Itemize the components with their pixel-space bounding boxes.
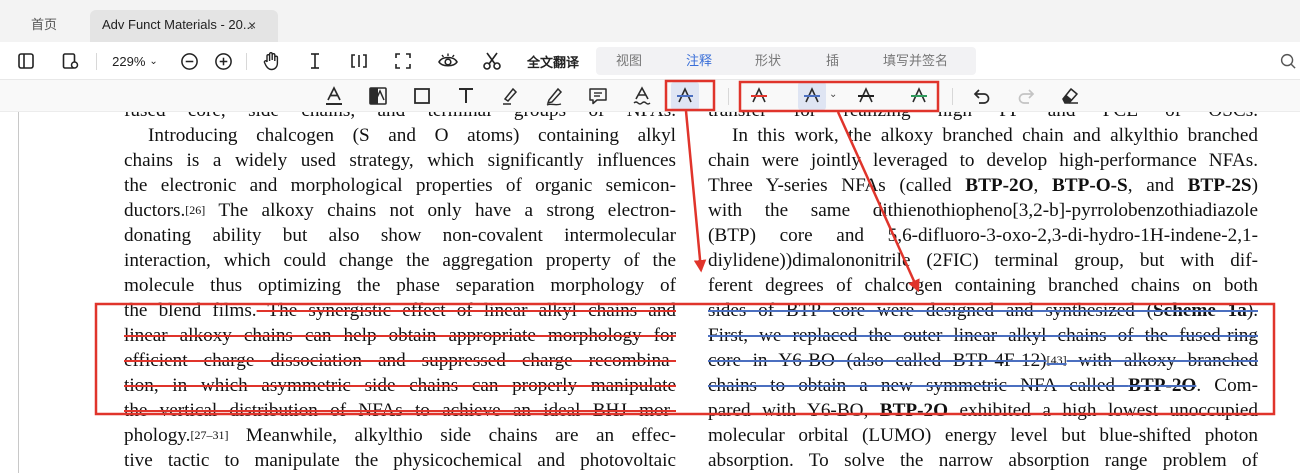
strikethrough-annotation[interactable]: efficient charge dissociation and suppre…	[124, 348, 676, 373]
full-translate-button[interactable]: 全文翻译	[522, 42, 584, 80]
text-line: donating ability but also show non-coval…	[124, 225, 676, 246]
comment-icon[interactable]	[584, 82, 612, 110]
scissors-icon[interactable]	[480, 42, 504, 80]
chevron-down-icon[interactable]: ⌄	[829, 89, 837, 100]
strikethrough-annotation[interactable]: linear alkoxy chains can help obtain app…	[124, 323, 676, 348]
tab-view[interactable]: 视图	[616, 47, 642, 75]
tab-insert[interactable]: 插	[826, 47, 839, 75]
text-line: molecular orbital (LUMO) energy level bu…	[708, 425, 1258, 446]
text-line: ductors.[26] The alkoxy chains not only …	[124, 200, 676, 221]
text-line: molecule thus optimizing the phase separ…	[124, 275, 676, 296]
text-line: interaction, which could change the aggr…	[124, 250, 676, 271]
page-settings-icon[interactable]	[58, 42, 82, 80]
page-edge	[18, 112, 19, 473]
zoom-out-icon[interactable]	[178, 42, 200, 80]
rectangle-icon[interactable]	[408, 82, 436, 110]
two-page-view-icon[interactable]	[348, 42, 370, 80]
eye-icon[interactable]	[436, 42, 460, 80]
redo-icon[interactable]	[1012, 82, 1040, 110]
text-line: phology.[27–31] Meanwhile, alkylthio sid…	[124, 425, 676, 446]
zoom-value: 229%	[112, 53, 146, 69]
strikethrough-annotation: The synergistic effect of linear alkyl c…	[256, 300, 676, 321]
toolbar-divider	[728, 88, 729, 105]
right-column: transfer for realizing high FF and PCE o…	[708, 112, 1258, 473]
tab-annotate[interactable]: 注释	[686, 47, 712, 75]
text-line: transfer for realizing high FF and PCE o…	[708, 112, 1258, 123]
text-line: ferent degrees of chalcogen containing b…	[708, 275, 1258, 296]
left-column: fused core, side chains, and terminal gr…	[124, 112, 676, 473]
annotation-toolbar: ⌄	[0, 80, 1300, 112]
eraser-icon[interactable]	[1056, 82, 1084, 110]
text-line: pared with Y6-BO, BTP-2O exhibited a hig…	[708, 400, 1258, 421]
text-line: absorption. To solve the narrow absorpti…	[708, 450, 1258, 471]
pdf-page[interactable]: fused core, side chains, and terminal gr…	[0, 112, 1300, 473]
toolbar-divider	[96, 53, 97, 70]
main-toolbar: 229% ⌄ 全文翻译 视图 注释 形状 插 填写并签名	[0, 42, 1300, 80]
text-line: fused core, side chains, and terminal gr…	[124, 112, 676, 123]
text-line: tive tactic to manipulate the physicoche…	[124, 450, 676, 471]
zoom-in-icon[interactable]	[212, 42, 234, 80]
tab-document[interactable]: Adv Funct Materials - 20... ×	[90, 10, 278, 42]
strike-red-icon[interactable]	[745, 82, 773, 110]
text-line: diylidene))dimalononitrile (2FIC) termin…	[708, 250, 1258, 271]
text-line: In this work, the alkoxy branched chain …	[732, 125, 1258, 146]
pen-icon[interactable]	[540, 82, 568, 110]
tab-fill-sign[interactable]: 填写并签名	[883, 47, 948, 75]
close-icon[interactable]: ×	[248, 10, 256, 40]
text-line: Three Y-series NFAs (called BTP-2O, BTP-…	[708, 175, 1258, 196]
squiggly-underline-icon[interactable]	[628, 82, 656, 110]
strikethrough-annotation[interactable]: the vertical distribution of NFAs to ach…	[124, 398, 676, 423]
text-line: with the same dithienothiopheno[3,2-b]-p…	[708, 200, 1258, 221]
toolbar-divider	[246, 53, 247, 70]
zoom-select[interactable]: 229% ⌄	[106, 42, 164, 80]
text-line: chains to obtain a new symmetric NFA cal…	[708, 375, 1258, 396]
hand-tool-icon[interactable]	[260, 42, 284, 80]
chevron-down-icon: ⌄	[149, 55, 158, 67]
text-box-icon[interactable]	[452, 82, 480, 110]
fullscreen-icon[interactable]	[392, 42, 414, 80]
sidebar-toggle-icon[interactable]	[14, 42, 38, 80]
strikethrough-annotation[interactable]: sides of BTP core were designed and synt…	[708, 298, 1258, 323]
tab-bar: 首页 Adv Funct Materials - 20... ×	[0, 0, 1300, 42]
strikethrough-annotation[interactable]: tion, in which asymmetric side chains ca…	[124, 373, 676, 398]
strike-black-icon[interactable]	[852, 82, 880, 110]
search-icon[interactable]	[1278, 42, 1298, 80]
text-line: the blend films. The synergistic effect …	[124, 300, 676, 321]
highlight-text-icon[interactable]	[364, 82, 392, 110]
strikethrough-annotation[interactable]: core in Y6-BO (also called BTP-4F-12)[43…	[708, 348, 1258, 373]
text-line: chains is a widely used strategy, which …	[124, 150, 676, 171]
text-select-icon[interactable]	[304, 42, 326, 80]
text-line: chain were jointly leveraged to develop …	[708, 150, 1258, 171]
strikethrough-annotation[interactable]: First, we replaced the outer linear alky…	[708, 323, 1258, 348]
text-line: the electronic and morphological propert…	[124, 175, 676, 196]
strikethrough-tool-icon[interactable]	[671, 82, 699, 110]
strike-blue-icon[interactable]	[798, 82, 826, 110]
strike-green-icon[interactable]	[905, 82, 933, 110]
tool-tab-group: 视图 注释 形状 插 填写并签名	[596, 47, 976, 75]
toolbar-divider	[952, 88, 953, 105]
text-line: (BTP) core and 5,6-difluoro-3-oxo-2,3-di…	[708, 225, 1258, 246]
tab-shape[interactable]: 形状	[755, 47, 781, 75]
text-line: Introducing chalcogen (S and O atoms) co…	[148, 125, 676, 146]
undo-icon[interactable]	[968, 82, 996, 110]
tab-home[interactable]: 首页	[0, 10, 88, 42]
pencil-icon[interactable]	[496, 82, 524, 110]
tab-document-title: Adv Funct Materials - 20...	[102, 17, 254, 32]
text-underline-icon[interactable]	[320, 82, 348, 110]
strikethrough-annotation: chains to obtain a new symmetric NFA cal…	[708, 375, 1129, 396]
